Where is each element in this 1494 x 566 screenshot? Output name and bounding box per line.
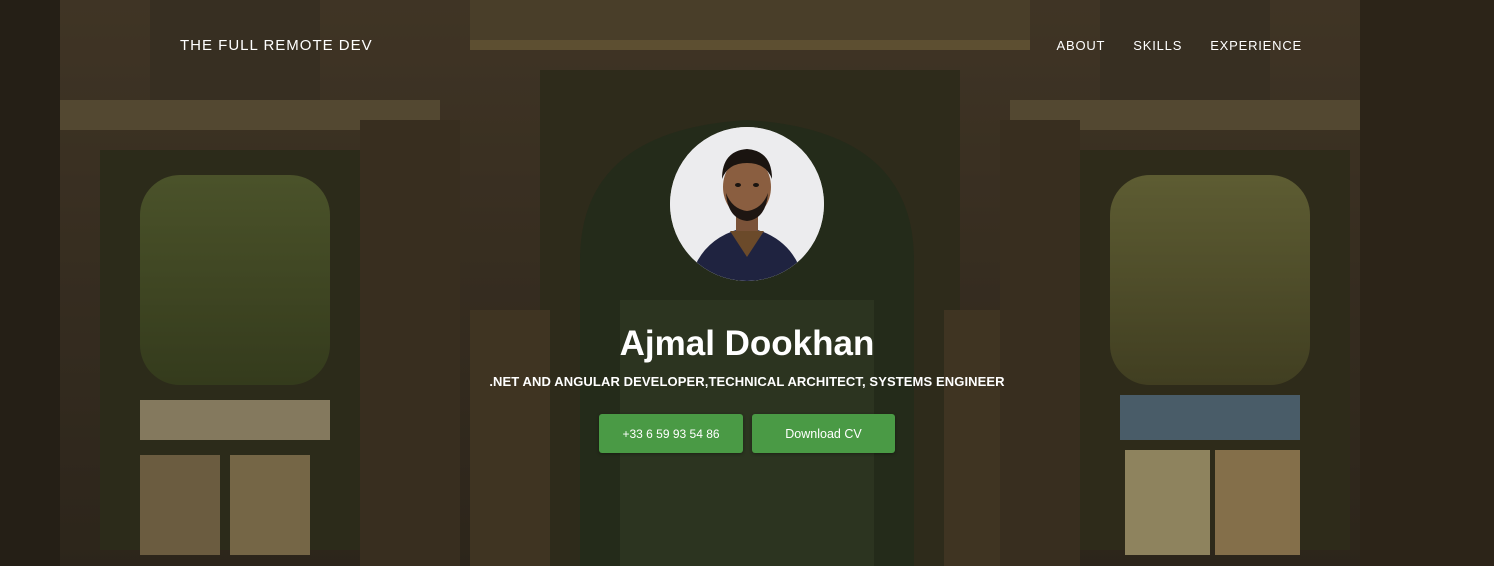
nav-link-skills[interactable]: SKILLS <box>1133 38 1182 53</box>
avatar <box>670 127 824 281</box>
brand-link[interactable]: THE FULL REMOTE DEV <box>180 37 373 54</box>
nav-link-about[interactable]: ABOUT <box>1057 38 1106 53</box>
download-cv-button[interactable]: Download CV <box>752 414 895 453</box>
profile-photo <box>670 127 824 281</box>
hero-section: THE FULL REMOTE DEV ABOUT SKILLS EXPERIE… <box>0 0 1494 566</box>
hero-subtitle: .NET AND ANGULAR DEVELOPER,TECHNICAL ARC… <box>489 374 1005 389</box>
phone-button[interactable]: +33 6 59 93 54 86 <box>599 414 743 453</box>
hero-buttons: +33 6 59 93 54 86 Download CV <box>599 414 895 453</box>
nav-links: ABOUT SKILLS EXPERIENCE <box>1057 38 1303 53</box>
nav-link-experience[interactable]: EXPERIENCE <box>1210 38 1302 53</box>
navbar: THE FULL REMOTE DEV ABOUT SKILLS EXPERIE… <box>0 0 1494 92</box>
hero-name: Ajmal Dookhan <box>619 324 875 363</box>
